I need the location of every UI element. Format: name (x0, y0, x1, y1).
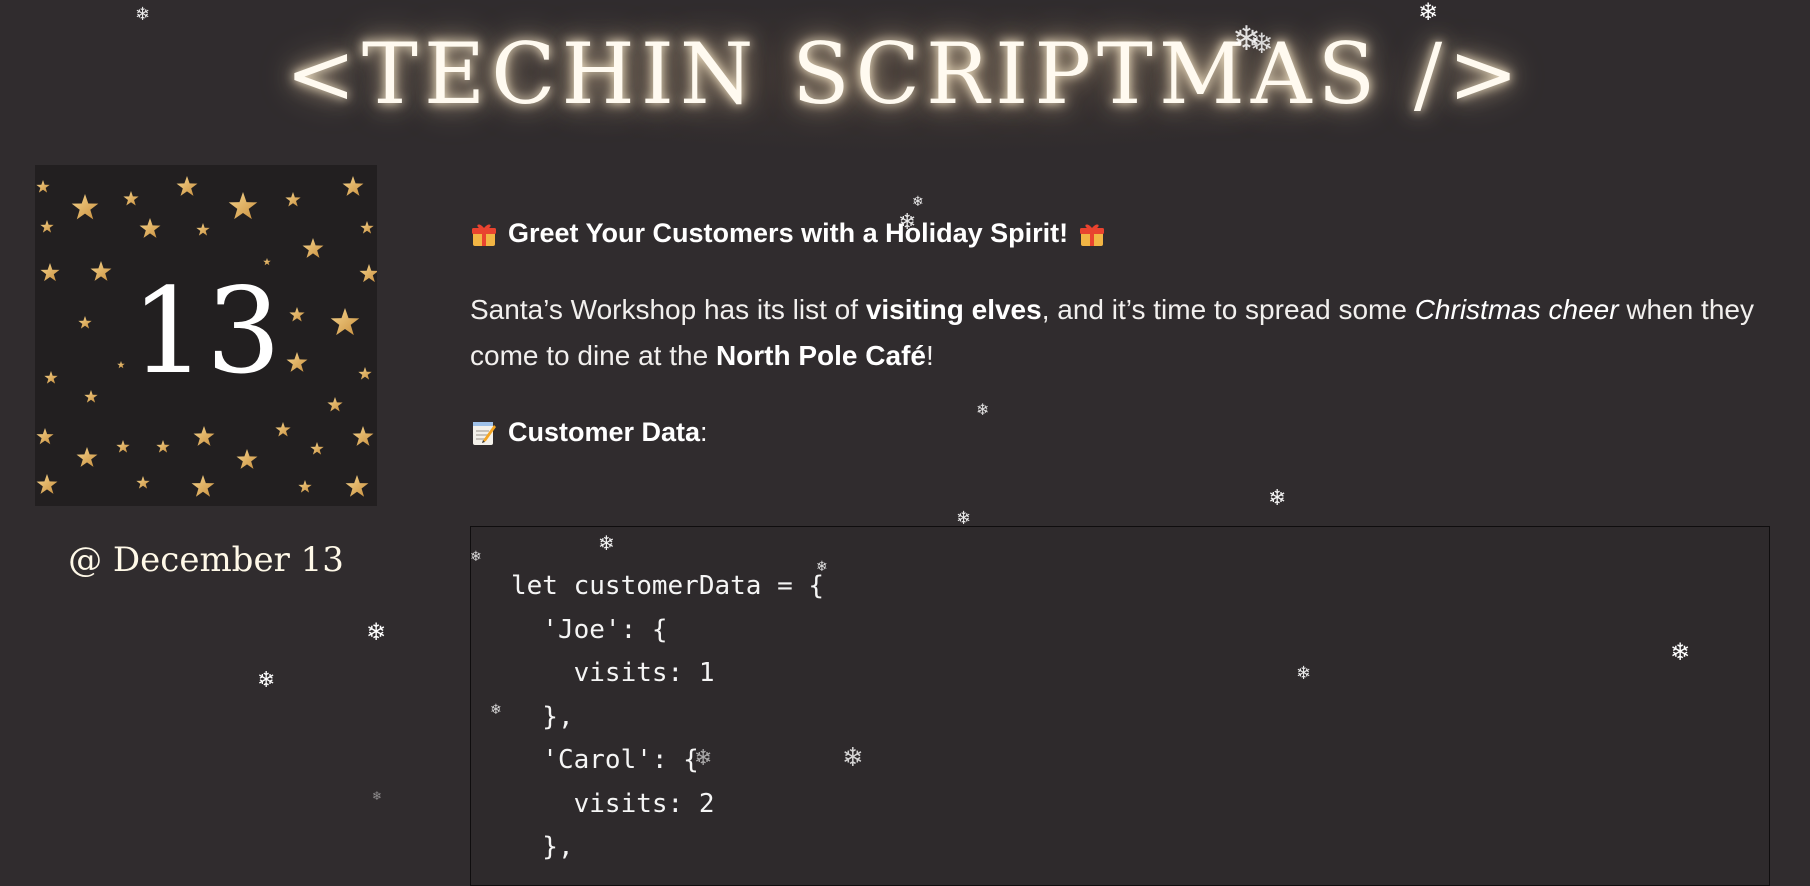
section-title-suffix: : (700, 417, 708, 447)
code-block[interactable]: let customerData = { 'Joe': { visits: 1 … (470, 526, 1770, 886)
code-line: 'Carol': { (511, 745, 699, 775)
customer-data-heading: Customer Data: (470, 417, 1770, 448)
intro-bold-visiting-elves: visiting elves (865, 294, 1042, 325)
snowflake-icon: ❄ (257, 668, 276, 693)
code-line: 'Joe': { (511, 614, 668, 645)
intro-text: Santa’s Workshop has its list of (470, 294, 866, 325)
post-headline: Greet Your Customers with a Holiday Spir… (470, 218, 1770, 249)
intro-italic-christmas-cheer: Christmas cheer (1414, 294, 1619, 325)
code-line: let customerData = { (511, 571, 825, 601)
code-line: }, (511, 832, 574, 862)
post-content: Greet Your Customers with a Holiday Spir… (470, 218, 1770, 448)
code-content: let customerData = { 'Joe': { visits: 1 … (471, 527, 1769, 870)
snowflake-icon: ❄ (366, 618, 387, 646)
code-line: visits: 2 (511, 788, 715, 819)
site-header: <TECHIN SCRIPTMAS /> (0, 0, 1810, 155)
intro-paragraph: Santa’s Workshop has its list of visitin… (470, 287, 1770, 379)
snowflake-icon: ❄ (372, 789, 383, 803)
snowflake-icon: ❄ (1268, 486, 1287, 511)
gift-icon (1078, 220, 1106, 248)
intro-bold-north-pole-cafe: North Pole Café (715, 340, 926, 371)
intro-text: , and it’s time to spread some (1041, 294, 1415, 325)
memo-icon (470, 419, 498, 447)
date-label: @ December 13 (68, 540, 344, 580)
gift-icon (470, 220, 498, 248)
code-line: visits: 1 (511, 658, 715, 688)
day-tile-image: 13 (35, 165, 377, 506)
snowflake-icon: ❄ (912, 194, 924, 210)
site-title[interactable]: <TECHIN SCRIPTMAS /> (285, 25, 1524, 123)
intro-text: ! (925, 340, 934, 371)
headline-text: Greet Your Customers with a Holiday Spir… (508, 218, 1069, 248)
section-title-text: Customer Data (508, 417, 701, 447)
code-line: }, (511, 701, 574, 732)
day-number: 13 (130, 261, 282, 400)
